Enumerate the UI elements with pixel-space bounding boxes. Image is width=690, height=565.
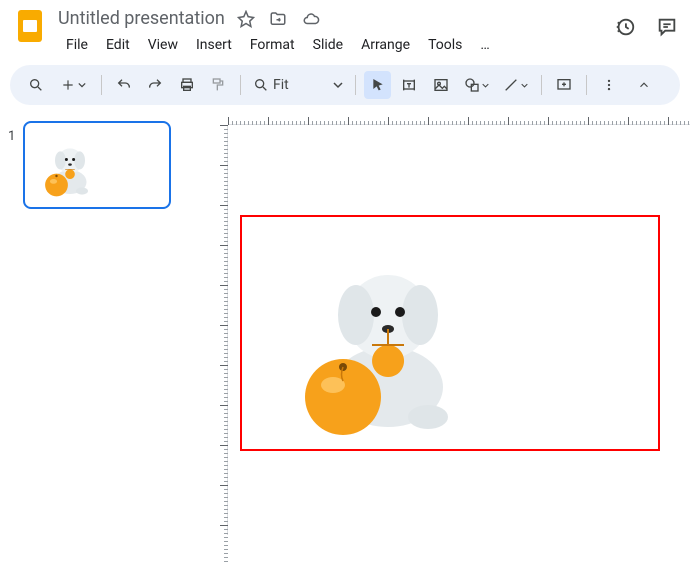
menu-view[interactable]: View [140, 33, 186, 57]
redo-button[interactable] [141, 71, 169, 99]
canvas-area[interactable] [210, 109, 690, 535]
slide-canvas[interactable] [240, 215, 660, 451]
slides-logo[interactable] [12, 8, 48, 44]
undo-button[interactable] [110, 71, 138, 99]
paint-format-button[interactable] [204, 71, 232, 99]
title-area: Untitled presentation File Edit View Ins… [58, 8, 614, 57]
zoom-label: Fit [273, 77, 297, 93]
shape-tool[interactable] [459, 71, 494, 99]
document-title[interactable]: Untitled presentation [58, 8, 225, 29]
slide-panel: 1 [0, 109, 210, 535]
menu-format[interactable]: Format [242, 33, 303, 57]
toolbar: Fit [10, 65, 680, 105]
line-tool[interactable] [498, 71, 533, 99]
comment-icon[interactable] [656, 16, 678, 38]
textbox-tool[interactable] [395, 71, 423, 99]
menu-insert[interactable]: Insert [188, 33, 240, 57]
menu-more[interactable]: … [472, 33, 497, 57]
slide-thumbnail[interactable] [23, 121, 171, 209]
print-button[interactable] [173, 71, 201, 99]
cloud-status-icon[interactable] [301, 10, 321, 28]
select-tool[interactable] [364, 71, 392, 99]
menu-slide[interactable]: Slide [305, 33, 351, 57]
search-menus-button[interactable] [22, 71, 50, 99]
menu-tools[interactable]: Tools [420, 33, 470, 57]
menu-arrange[interactable]: Arrange [353, 33, 418, 57]
header-actions [614, 8, 678, 38]
menu-file[interactable]: File [58, 33, 96, 57]
slide-number: 1 [8, 129, 15, 144]
more-tools-button[interactable] [595, 71, 623, 99]
app-header: Untitled presentation File Edit View Ins… [0, 0, 690, 61]
zoom-control[interactable]: Fit [249, 77, 347, 93]
history-icon[interactable] [614, 16, 636, 38]
workspace: 1 [0, 109, 690, 535]
star-icon[interactable] [237, 10, 255, 28]
slide-thumbnail-row: 1 [8, 121, 202, 209]
slide-image[interactable] [288, 237, 488, 437]
move-to-folder-icon[interactable] [269, 10, 287, 28]
add-comment-button[interactable] [550, 71, 578, 99]
menu-bar: File Edit View Insert Format Slide Arran… [58, 33, 614, 57]
image-tool[interactable] [427, 71, 455, 99]
vertical-ruler [210, 125, 228, 535]
new-slide-button[interactable] [54, 71, 93, 99]
horizontal-ruler [228, 109, 690, 125]
menu-edit[interactable]: Edit [98, 33, 138, 57]
collapse-toolbar-button[interactable] [630, 71, 658, 99]
